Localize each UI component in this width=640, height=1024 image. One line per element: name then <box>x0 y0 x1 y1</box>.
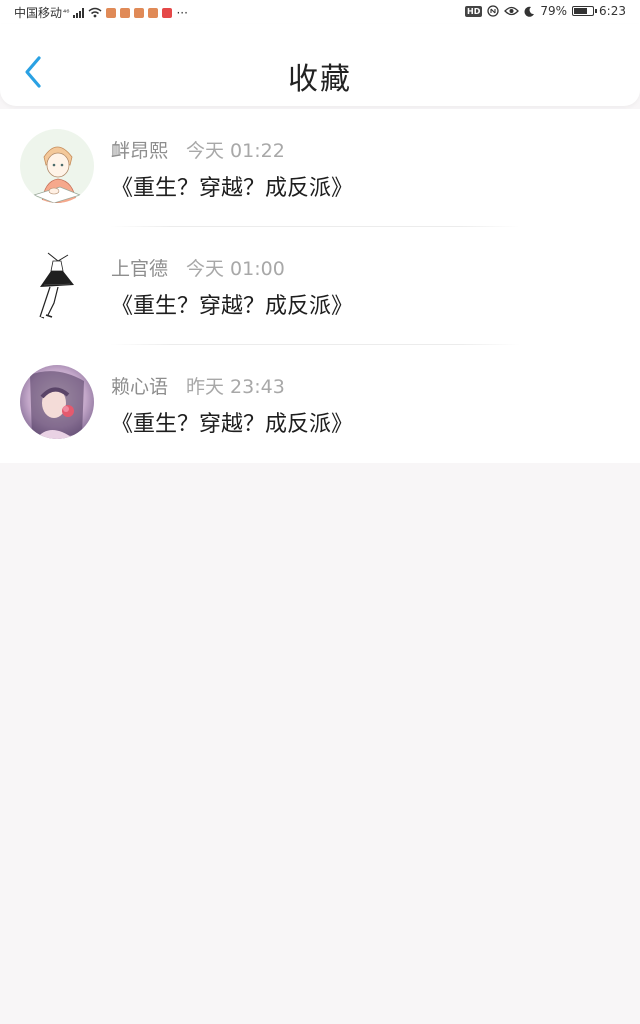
avatar[interactable] <box>20 129 94 203</box>
item-time: 今天 01:22 <box>186 140 285 162</box>
status-right: HD 79% 6:23 <box>465 4 626 18</box>
app-notification-icon <box>106 7 117 18</box>
item-time: 昨天 23:43 <box>186 376 285 398</box>
battery-level-label: 79% <box>540 4 568 18</box>
favorite-title[interactable]: 《重生？穿越？成反派》 <box>111 170 353 202</box>
girl-skirt-sketch-avatar <box>20 247 94 321</box>
user-name[interactable]: 上官德 <box>111 258 168 280</box>
user-name[interactable]: 衅昂熙 <box>111 140 168 162</box>
app-notification-icon <box>120 7 131 18</box>
battery-icon <box>572 6 598 16</box>
item-meta: 赖心语 昨天 23:43 <box>111 372 285 399</box>
clock-label: 6:23 <box>599 4 626 18</box>
status-bar: 中国移动 ⁴⁶ ··· HD 79% 6:23 <box>0 0 640 24</box>
item-time: 今天 01:00 <box>186 258 285 280</box>
eye-comfort-icon <box>504 6 520 16</box>
page-title: 收藏 <box>288 62 352 97</box>
avatar[interactable] <box>20 365 94 439</box>
network-type-label: ⁴⁶ <box>63 8 70 17</box>
app-notification-icon <box>134 7 145 18</box>
favorite-title[interactable]: 《重生？穿越？成反派》 <box>111 406 353 438</box>
nfc-icon <box>487 5 500 17</box>
girl-flower-avatar <box>20 365 94 439</box>
favorite-item[interactable]: 上官德 今天 01:00 《重生？穿越？成反派》 <box>0 227 640 345</box>
user-name[interactable]: 赖心语 <box>111 376 168 398</box>
wifi-icon <box>88 7 102 18</box>
app-notification-icon <box>148 7 159 18</box>
hd-icon: HD <box>465 5 483 17</box>
more-notifications-label: ··· <box>176 5 188 20</box>
favorite-item[interactable]: 衅昂熙 今天 01:22 《重生？穿越？成反派》 <box>0 109 640 227</box>
moon-icon <box>524 6 535 17</box>
signal-icon <box>73 7 85 18</box>
carrier-label: 中国移动 <box>14 6 63 20</box>
favorite-title[interactable]: 《重生？穿越？成反派》 <box>111 288 353 320</box>
app-notification-icon <box>162 7 173 18</box>
favorites-list: 衅昂熙 今天 01:22 《重生？穿越？成反派》 上官德 今天 01:00 《重生？… <box>0 109 640 463</box>
battery-fill <box>574 8 588 14</box>
item-meta: 上官德 今天 01:00 <box>111 254 285 281</box>
favorite-item[interactable]: 赖心语 昨天 23:43 《重生？穿越？成反派》 <box>0 345 640 463</box>
header-bar: 收藏 <box>0 24 640 106</box>
boy-sketch-avatar <box>20 129 94 203</box>
status-left: 中国移动 ⁴⁶ ··· <box>14 4 188 21</box>
avatar[interactable] <box>20 247 94 321</box>
item-meta: 衅昂熙 今天 01:22 <box>111 136 285 163</box>
